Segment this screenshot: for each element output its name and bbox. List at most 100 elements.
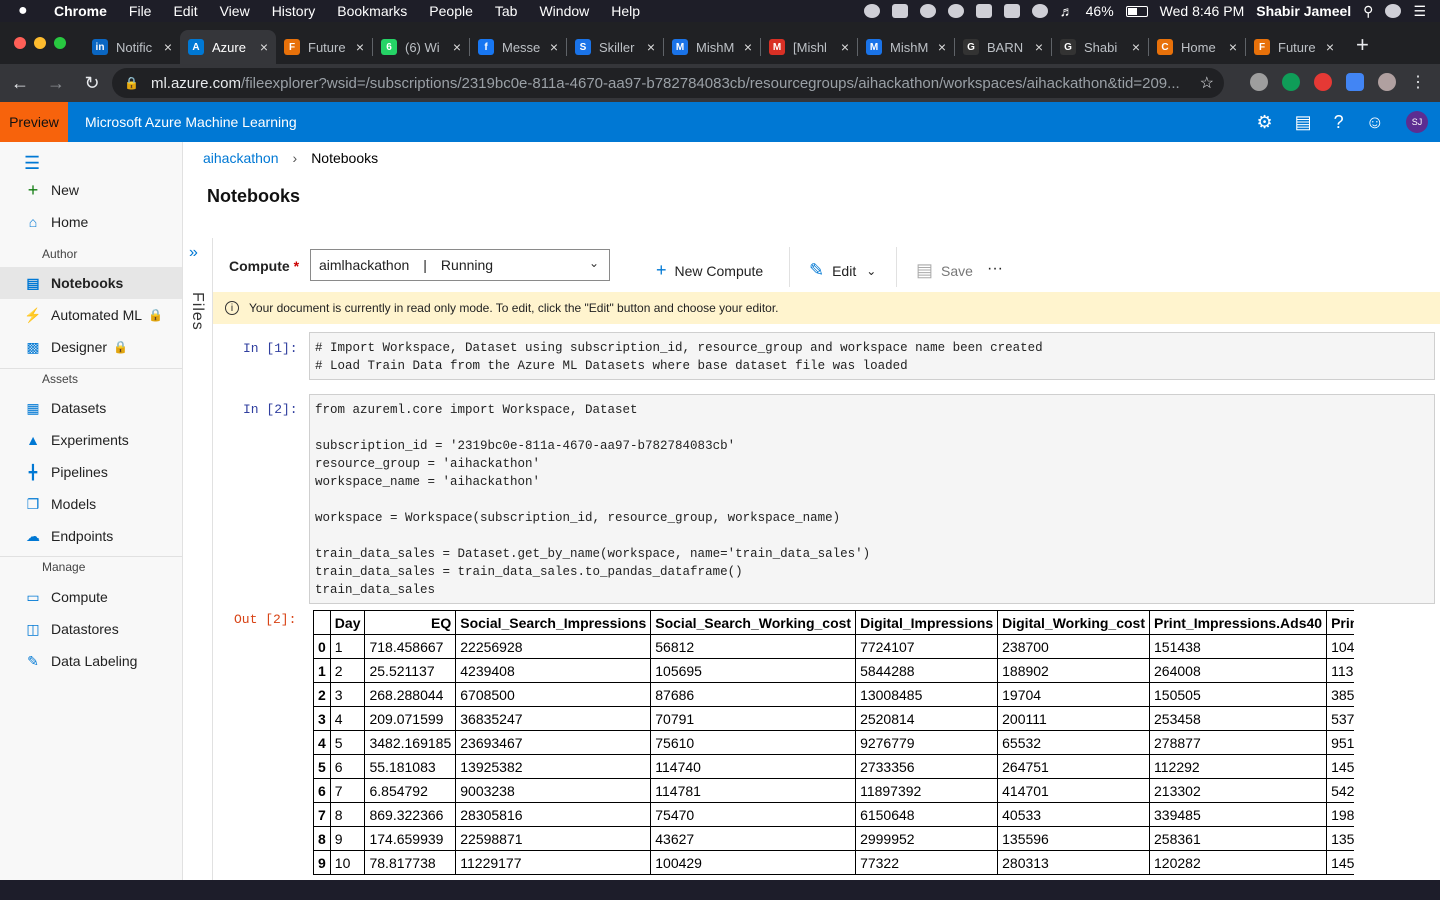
notification-center-icon[interactable]: ☰ [1413,3,1426,20]
extension-icon[interactable] [1250,73,1268,91]
close-tab-icon[interactable]: × [550,39,558,55]
nav-experiments[interactable]: ▲ Experiments [0,424,182,456]
close-tab-icon[interactable]: × [453,39,461,55]
files-tab[interactable]: Files [188,292,206,331]
nav-notebooks[interactable]: ▤ Notebooks [0,267,182,299]
browser-tab[interactable]: 6 (6) Wi × [373,30,469,64]
menu-item-file[interactable]: File [129,3,152,19]
menu-item-people[interactable]: People [429,3,473,19]
close-tab-icon[interactable]: × [938,39,946,55]
nav-home[interactable]: ⌂ Home [0,206,182,238]
lastpass-icon[interactable] [1314,73,1332,91]
status-icon[interactable] [863,4,880,18]
cloud-icon[interactable] [919,4,936,18]
close-tab-icon[interactable]: × [356,39,364,55]
minimize-window-button[interactable] [34,37,46,49]
close-tab-icon[interactable]: × [647,39,655,55]
battery-icon[interactable] [1125,5,1148,17]
browser-tab[interactable]: S Skiller × [567,30,663,64]
nav-datastores[interactable]: ◫ Datastores [0,613,182,645]
code-cell[interactable]: from azureml.core import Workspace, Data… [309,394,1435,604]
bluetooth-icon[interactable] [1003,4,1020,18]
browser-tab[interactable]: M MishM × [858,30,954,64]
siri-icon[interactable] [1385,4,1402,18]
table-cell: 112292 [1149,754,1328,779]
browser-tab[interactable]: f Messe × [470,30,566,64]
address-bar[interactable]: 🔒 ml.azure.com/fileexplorer?wsid=/subscr… [112,68,1224,98]
user-avatar[interactable]: SJ [1406,111,1428,133]
menu-item-history[interactable]: History [272,3,316,19]
compute-select[interactable]: aimlhackathon | Running ⌄ [310,249,610,281]
dataframe-output[interactable]: Day EQ Social_Search_Impressions Social_Sea… [313,610,1354,880]
menu-item-bookmarks[interactable]: Bookmarks [337,3,407,19]
mail-icon[interactable] [975,4,992,18]
smile-icon[interactable] [947,4,964,18]
new-tab-button[interactable]: + [1356,32,1369,64]
wifi-icon[interactable] [1031,4,1048,18]
nav-data-labeling[interactable]: ✎ Data Labeling [0,645,182,677]
save-button[interactable]: ▤ Save [916,260,973,281]
back-arrow-icon[interactable]: ← [4,73,36,94]
forward-arrow-icon[interactable]: → [40,73,72,94]
user-name[interactable]: Shabir Jameel [1256,3,1351,19]
browser-tab[interactable]: G BARN × [955,30,1051,64]
browser-tab[interactable]: F Future × [1246,30,1342,64]
nav-models[interactable]: ❐ Models [0,488,182,520]
product-title[interactable]: Microsoft Azure Machine Learning [85,114,297,130]
more-options-button[interactable]: ··· [987,260,1003,278]
expand-chevron-icon[interactable]: » [189,244,198,262]
close-tab-icon[interactable]: × [1229,39,1237,55]
profile-avatar[interactable] [1378,73,1396,91]
menu-item-edit[interactable]: Edit [173,3,197,19]
grammarly-icon[interactable] [1282,73,1300,91]
nav-new[interactable]: + New [0,174,182,206]
volume-icon[interactable]: ♬ [1060,3,1074,19]
menu-app-name[interactable]: Chrome [54,3,107,19]
browser-tab[interactable]: G Shabi × [1052,30,1148,64]
settings-icon[interactable]: ⚙ [1256,112,1272,133]
apple-menu-icon[interactable]: ● [18,2,34,20]
nav-designer[interactable]: ▩ Designer 🔒 [0,331,182,363]
nav-endpoints[interactable]: ☁ Endpoints [0,520,182,552]
code-cell[interactable]: # Import Workspace, Dataset using subscr… [309,332,1435,380]
preview-badge[interactable]: Preview [0,102,68,142]
notifications-icon[interactable]: ▤ [1295,112,1312,133]
browser-tab[interactable]: C Home × [1149,30,1245,64]
close-tab-icon[interactable]: × [841,39,849,55]
close-window-button[interactable] [14,37,26,49]
nav-datasets[interactable]: ▦ Datasets [0,392,182,424]
clock[interactable]: Wed 8:46 PM [1160,3,1245,19]
nav-automated-ml[interactable]: ⚡ Automated ML 🔒 [0,299,182,331]
menu-item-window[interactable]: Window [539,3,589,19]
menu-item-view[interactable]: View [220,3,250,19]
zoom-window-button[interactable] [54,37,66,49]
nav-pipelines[interactable]: ╋ Pipelines [0,456,182,488]
zoom-ext-icon[interactable] [1346,73,1364,91]
menu-item-tab[interactable]: Tab [495,3,518,19]
shield-icon[interactable] [891,4,908,18]
reload-icon[interactable]: ↻ [76,73,108,94]
close-tab-icon[interactable]: × [1132,39,1140,55]
help-icon[interactable]: ? [1334,112,1344,133]
feedback-smile-icon[interactable]: ☺ [1366,112,1384,133]
breadcrumb-workspace[interactable]: aihackathon [203,150,279,166]
close-tab-icon[interactable]: × [1326,39,1334,55]
browser-tab[interactable]: in Notific × [84,30,180,64]
menu-item-help[interactable]: Help [611,3,640,19]
browser-tab[interactable]: M MishM × [664,30,760,64]
browser-tab[interactable]: F Future × [276,30,372,64]
browser-tab[interactable]: A Azure × [180,30,276,64]
nav-compute[interactable]: ▭ Compute [0,581,182,613]
spotlight-icon[interactable]: ⚲ [1363,3,1373,20]
hamburger-menu-icon[interactable]: ☰ [24,153,40,174]
browser-tab[interactable]: M [Mishl × [761,30,857,64]
close-tab-icon[interactable]: × [744,39,752,55]
close-tab-icon[interactable]: × [1035,39,1043,55]
lock-icon[interactable]: 🔒 [124,76,139,90]
close-tab-icon[interactable]: × [260,39,268,55]
close-tab-icon[interactable]: × [164,39,172,55]
bookmark-star-icon[interactable]: ☆ [1200,73,1214,93]
new-compute-button[interactable]: + New Compute [656,260,763,281]
chrome-menu-icon[interactable]: ⋮ [1410,72,1426,92]
edit-button[interactable]: ✎ Edit ⌄ [809,260,876,281]
